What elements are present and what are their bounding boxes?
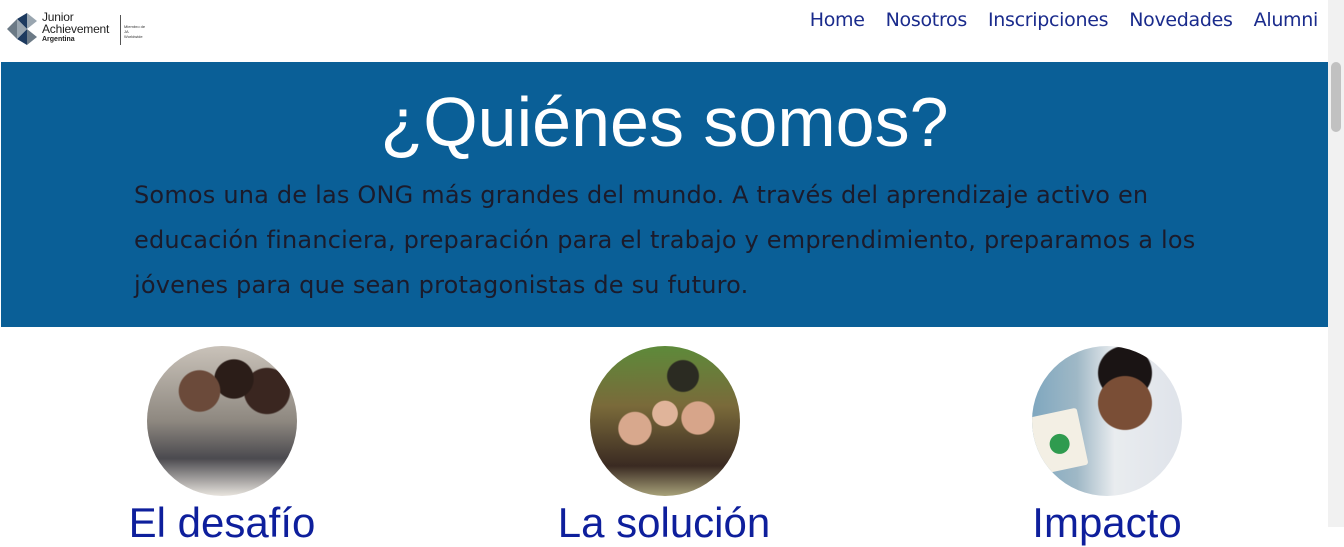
nav-link-nosotros[interactable]: Nosotros <box>886 9 968 31</box>
card-title-solution: La solución <box>557 499 771 546</box>
brochure-image <box>1032 407 1089 475</box>
card-title-impact: Impacto <box>1032 499 1182 546</box>
brand-logo[interactable]: Junior Achievement Argentina Miembro de J… <box>7 7 147 51</box>
logo-line-argentina: Argentina <box>42 36 75 43</box>
navbar: Junior Achievement Argentina Miembro de J… <box>0 0 1344 58</box>
nav-link-home[interactable]: Home <box>810 9 865 31</box>
scrollbar-thumb[interactable] <box>1331 62 1341 132</box>
hero-banner: ¿Quiénes somos? Somos una de las ONG más… <box>1 62 1328 327</box>
nav-link-novedades[interactable]: Novedades <box>1129 9 1233 31</box>
impact-photo <box>1032 346 1182 496</box>
page-scrollbar[interactable] <box>1328 0 1344 527</box>
card-impact[interactable]: Impacto <box>942 346 1272 546</box>
logo-wordmark: Junior Achievement Argentina <box>42 11 109 44</box>
card-title-challenge: El desafío <box>128 499 316 546</box>
logo-divider <box>120 15 121 45</box>
card-challenge[interactable]: El desafío <box>57 346 387 546</box>
hero-description: Somos una de las ONG más grandes del mun… <box>134 181 1196 299</box>
logo-mark-icon <box>7 13 37 45</box>
card-solution[interactable]: La solución <box>499 346 829 546</box>
nav-link-alumni[interactable]: Alumni <box>1254 9 1319 31</box>
hero-title: ¿Quiénes somos? <box>380 83 949 161</box>
main-navigation: Home Nosotros Inscripciones Novedades Al… <box>810 9 1319 31</box>
challenge-photo <box>147 346 297 496</box>
logo-line-achievement: Achievement <box>42 22 110 36</box>
nav-link-inscripciones[interactable]: Inscripciones <box>988 9 1109 31</box>
logo-member-text: Miembro de JA Worldwide <box>124 24 146 39</box>
solution-photo <box>590 346 740 496</box>
